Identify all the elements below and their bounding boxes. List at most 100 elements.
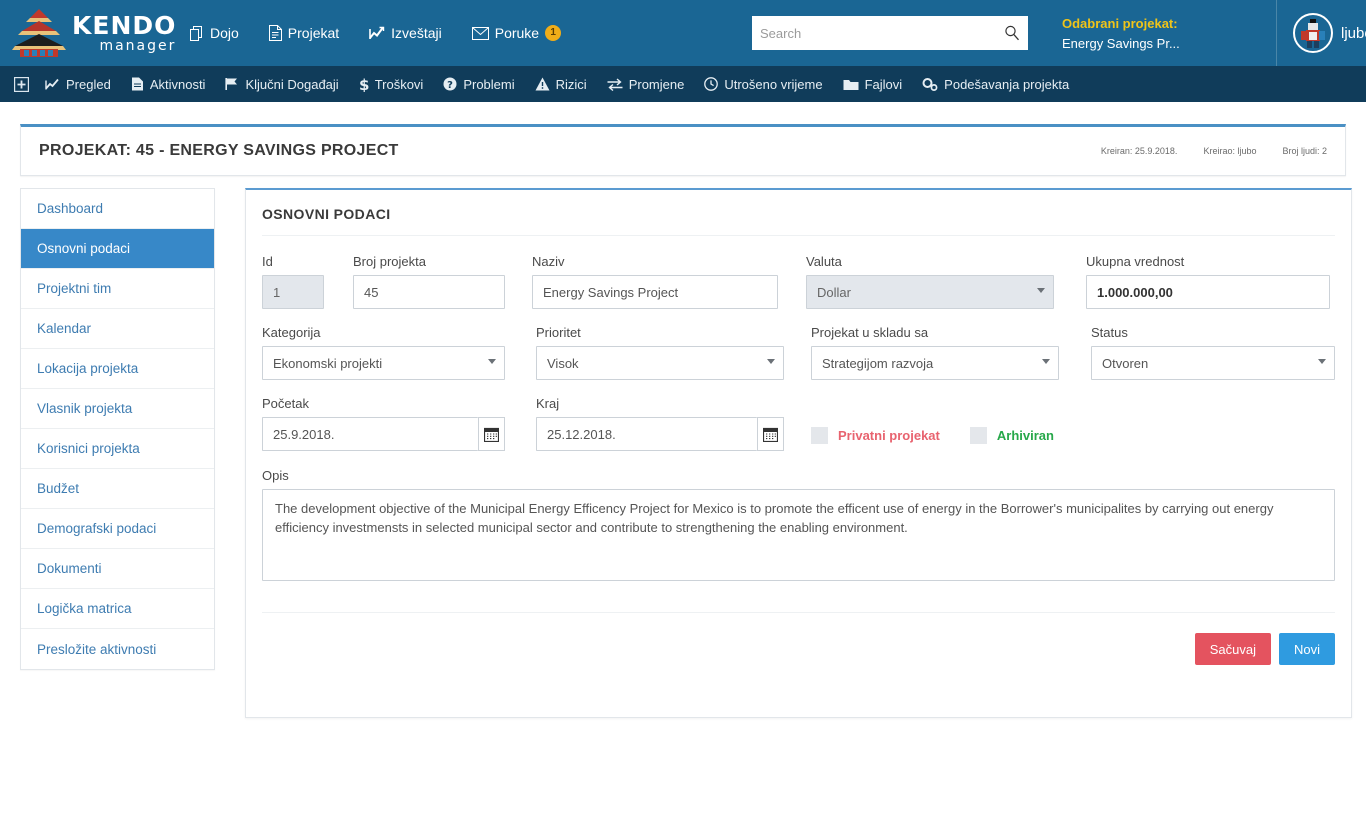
field-group-opis: Opis — [262, 468, 1335, 584]
form-actions: Sačuvaj Novi — [262, 633, 1335, 665]
messages-badge: 1 — [545, 25, 562, 41]
folder-icon — [843, 78, 859, 91]
subnav-label-pregled: Pregled — [66, 76, 111, 92]
subnav-label-problemi: Problemi — [463, 76, 515, 92]
sidebar-item-osnovni-podaci[interactable]: Osnovni podaci — [21, 229, 214, 269]
chart-line-icon — [369, 26, 385, 41]
subnav-item-problemi[interactable]: ? Problemi — [443, 76, 515, 92]
label-opis: Opis — [262, 468, 289, 483]
brand-logo[interactable]: KENDO manager — [8, 7, 175, 59]
subnav-item-pregled[interactable]: Pregled — [45, 77, 111, 92]
sidebar-label: Demografski podaci — [37, 521, 157, 536]
prioritet-select[interactable]: Visok — [536, 346, 784, 380]
valuta-select[interactable]: Dollar — [806, 275, 1054, 309]
svg-text:?: ? — [447, 80, 453, 91]
label-projekat-u-skladu-sa: Projekat u skladu sa — [811, 325, 929, 340]
sidebar-label: Osnovni podaci — [37, 241, 131, 256]
sidebar-label: Lokacija projekta — [37, 361, 139, 376]
subnav-item-podesavanja-projekta[interactable]: Podešavanja projekta — [922, 77, 1069, 92]
field-group-ukupna-vrednost: Ukupna vrednost — [1086, 254, 1330, 309]
selected-project[interactable]: Odabrani projekat: Energy Savings Pr... — [1062, 15, 1252, 52]
sidebar-label: Vlasnik projekta — [37, 401, 133, 416]
projekat-u-skladu-sa-select-value: Strategijom razvoja — [811, 346, 1059, 380]
sidebar-item-budzet[interactable]: Budžet — [21, 469, 214, 509]
field-group-kategorija: Kategorija Ekonomski projekti — [262, 325, 505, 380]
sidebar-item-kalendar[interactable]: Kalendar — [21, 309, 214, 349]
status-select[interactable]: Otvoren — [1091, 346, 1335, 380]
nav-item-poruke[interactable]: Poruke 1 — [471, 25, 562, 41]
question-circle-icon: ? — [443, 77, 457, 91]
selected-project-label: Odabrani projekat: — [1062, 16, 1178, 31]
sidebar-label: Projektni tim — [37, 281, 112, 296]
tasks-icon — [131, 77, 144, 91]
envelope-icon — [471, 26, 489, 40]
pocetak-input[interactable] — [262, 417, 478, 451]
privatni-projekat-checkbox[interactable] — [811, 426, 828, 444]
page-title: PROJEKAT: 45 - ENERGY SAVINGS PROJECT — [39, 142, 399, 159]
save-button[interactable]: Sačuvaj — [1194, 633, 1271, 665]
brand-wordmark: KENDO manager — [72, 13, 176, 53]
nav-item-dojo[interactable]: Dojo — [190, 25, 239, 41]
pocetak-datepicker[interactable] — [262, 417, 505, 451]
sidebar-item-demografski-podaci[interactable]: Demografski podaci — [21, 509, 214, 549]
search-button[interactable] — [996, 17, 1028, 49]
subnav-item-fajlovi[interactable]: Fajlovi — [843, 77, 902, 92]
osnovni-podaci-panel: OSNOVNI PODACI Id Broj projekta Naziv Va… — [245, 188, 1352, 718]
field-group-prioritet: Prioritet Visok — [536, 325, 784, 380]
pocetak-calendar-button[interactable] — [477, 417, 505, 451]
sidebar-item-lokacija-projekta[interactable]: Lokacija projekta — [21, 349, 214, 389]
new-button[interactable]: Novi — [1278, 633, 1335, 665]
sidebar-label: Kalendar — [37, 321, 92, 336]
sidebar-item-dashboard[interactable]: Dashboard — [21, 189, 214, 229]
arhiviran-checkbox[interactable] — [969, 426, 987, 444]
kategorija-select[interactable]: Ekonomski projekti — [262, 346, 505, 380]
nav-item-izvestaji[interactable]: Izveštaji — [369, 25, 442, 41]
subnav-item-promjene[interactable]: Promjene — [607, 77, 684, 92]
kraj-input[interactable] — [536, 417, 757, 451]
broj-projekta-input[interactable] — [353, 275, 505, 309]
sidebar-item-preslozite-aktivnosti[interactable]: Presložite aktivnosti — [21, 629, 214, 669]
gears-icon — [922, 77, 938, 91]
sidebar-item-vlasnik-projekta[interactable]: Vlasnik projekta — [21, 389, 214, 429]
user-menu[interactable]: ljubo — [1276, 0, 1366, 66]
field-group-pocetak: Početak — [262, 396, 505, 452]
field-group-kraj: Kraj — [536, 396, 784, 452]
subnav-item-troskovi[interactable]: $ Troškovi — [359, 77, 424, 92]
naziv-input[interactable] — [532, 275, 778, 309]
sidebar-label: Dokumenti — [37, 561, 102, 576]
field-group-id: Id — [262, 254, 324, 309]
project-sidebar: Dashboard Osnovni podaci Projektni tim K… — [20, 188, 215, 670]
dollar-icon: $ — [359, 77, 369, 92]
sidebar-item-korisnici-projekta[interactable]: Korisnici projekta — [21, 429, 214, 469]
nav-item-projekat[interactable]: Projekat — [268, 25, 339, 41]
sidebar-item-logicka-matrica[interactable]: Logička matrica — [21, 589, 214, 629]
sidebar-item-dokumenti[interactable]: Dokumenti — [21, 549, 214, 589]
search-box[interactable] — [752, 16, 1028, 50]
kraj-datepicker[interactable] — [536, 417, 784, 451]
form-row-3: Početak Kraj — [262, 396, 1335, 452]
grid-plus-icon[interactable] — [14, 76, 29, 92]
kraj-calendar-button[interactable] — [756, 417, 784, 451]
main-row: Dashboard Osnovni podaci Projektni tim K… — [20, 188, 1352, 718]
search-input[interactable] — [752, 17, 996, 49]
sidebar-label: Korisnici projekta — [37, 441, 140, 456]
label-id: Id — [262, 254, 273, 269]
projekat-u-skladu-sa-select[interactable]: Strategijom razvoja — [811, 346, 1059, 380]
brand-name-bottom: manager — [99, 38, 177, 54]
ukupna-vrednost-input[interactable] — [1086, 275, 1330, 309]
calendar-icon — [483, 427, 499, 442]
subnav-item-aktivnosti[interactable]: Aktivnosti — [131, 77, 205, 92]
project-meta: Kreiran: 25.9.2018. Kreirao: ljubo Broj … — [1075, 146, 1327, 156]
sidebar-item-projektni-tim[interactable]: Projektni tim — [21, 269, 214, 309]
label-broj-projekta: Broj projekta — [353, 254, 426, 269]
field-group-projekat-u-skladu-sa: Projekat u skladu sa Strategijom razvoja — [811, 325, 1059, 380]
subnav-item-rizici[interactable]: Rizici — [535, 77, 587, 92]
subnav-item-kljucni-dogadaji[interactable]: Ključni Događaji — [225, 77, 339, 92]
label-status: Status — [1091, 325, 1128, 340]
pagoda-logo-icon — [8, 7, 70, 59]
user-name: ljubo — [1341, 24, 1366, 42]
label-kategorija: Kategorija — [262, 325, 321, 340]
opis-textarea[interactable] — [262, 489, 1335, 581]
subnav-item-utroseno-vrijeme[interactable]: Utrošeno vrijeme — [704, 77, 823, 92]
label-kraj: Kraj — [536, 396, 560, 411]
